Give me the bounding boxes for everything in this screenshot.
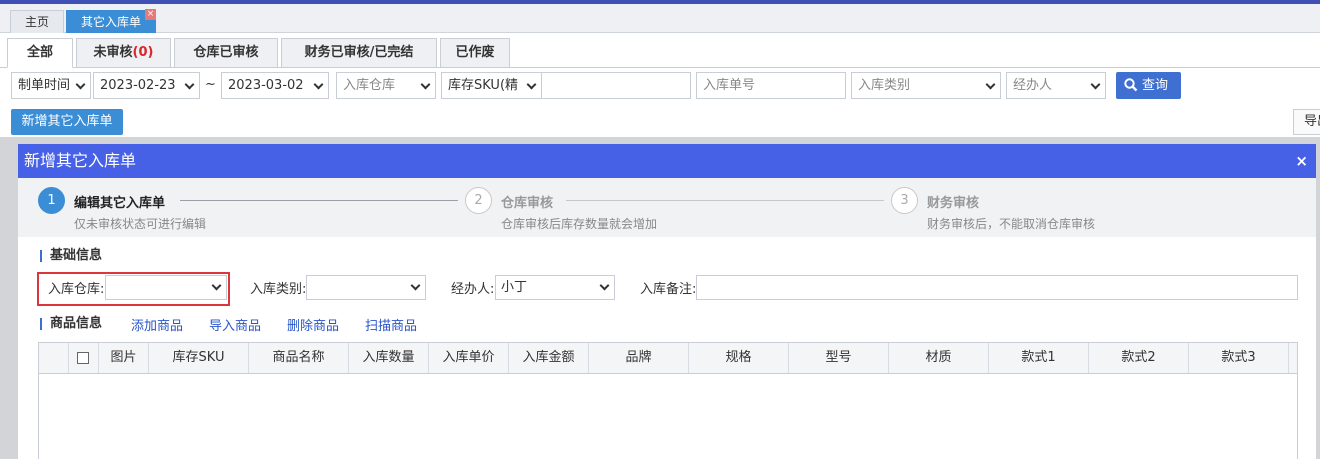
goods-table: 图片 库存SKU 商品名称 入库数量 入库单价 入库金额 品牌 规格 型号 材质…	[38, 342, 1298, 459]
remark-input[interactable]	[696, 275, 1298, 300]
step-2-desc: 仓库审核后库存数量就会增加	[501, 217, 658, 231]
step-1-circle: 1	[38, 187, 65, 214]
dialog-title: 新增其它入库单	[24, 151, 137, 170]
table-header-cell	[39, 343, 69, 373]
category-filter-select[interactable]: 入库类别	[851, 72, 1001, 99]
tab-unreviewed-count: (0)	[132, 45, 154, 60]
chevron-down-icon	[1090, 79, 1101, 90]
delete-goods-link[interactable]: 删除商品	[287, 315, 339, 334]
close-icon[interactable]: ×	[145, 9, 156, 20]
col-sku: 库存SKU	[149, 343, 249, 373]
sku-type-value: 库存SKU(精	[448, 78, 519, 93]
warehouse-filter-placeholder: 入库仓库	[343, 78, 396, 93]
remark-label: 入库备注:	[640, 282, 697, 297]
tab-unreviewed-label: 未审核	[93, 45, 133, 60]
col-quantity: 入库数量	[349, 343, 429, 373]
import-goods-link[interactable]: 导入商品	[209, 315, 261, 334]
chevron-down-icon	[410, 280, 421, 291]
col-brand: 品牌	[589, 343, 689, 373]
category-label: 入库类别:	[250, 282, 307, 297]
col-spec: 规格	[689, 343, 789, 373]
tab-all[interactable]: 全部	[7, 38, 73, 68]
step-3-circle: 3	[891, 187, 918, 214]
chevron-down-icon	[985, 79, 996, 90]
search-icon	[1124, 78, 1138, 92]
warehouse-filter-select[interactable]: 入库仓库	[336, 72, 436, 99]
order-no-input[interactable]: 入库单号	[696, 72, 846, 99]
handler-filter-placeholder: 经办人	[1013, 78, 1053, 93]
page-tab-home[interactable]: 主页	[10, 10, 64, 33]
scan-goods-link[interactable]: 扫描商品	[365, 315, 417, 334]
handler-select-value: 小丁	[501, 280, 528, 295]
col-style1: 款式1	[989, 343, 1089, 373]
add-goods-link[interactable]: 添加商品	[131, 315, 183, 334]
step-2-title: 仓库审核	[501, 196, 554, 211]
col-style2: 款式2	[1089, 343, 1189, 373]
col-style3: 款式3	[1189, 343, 1289, 373]
tab-unreviewed[interactable]: 未审核(0)	[76, 38, 171, 68]
step-3-title: 财务审核	[927, 196, 980, 211]
date-to-value: 2023-03-02	[228, 78, 304, 93]
basic-info-title: 基础信息	[40, 249, 102, 262]
col-image: 图片	[99, 343, 149, 373]
new-inbound-dialog: 新增其它入库单 × 1 编辑其它入库单 仅未审核状态可进行编辑 2 仓库审核 仓…	[18, 144, 1316, 459]
tab-finance-reviewed[interactable]: 财务已审核/已完结	[281, 38, 437, 68]
goods-table-header: 图片 库存SKU 商品名称 入库数量 入库单价 入库金额 品牌 规格 型号 材质…	[39, 343, 1297, 374]
highlight-box	[37, 272, 230, 306]
progress-steps: 1 编辑其它入库单 仅未审核状态可进行编辑 2 仓库审核 仓库审核后库存数量就会…	[18, 178, 1316, 237]
query-button-label: 查询	[1142, 78, 1169, 93]
category-filter-placeholder: 入库类别	[858, 78, 911, 93]
select-all-checkbox[interactable]	[77, 352, 89, 364]
col-unit-price: 入库单价	[429, 343, 509, 373]
col-amount: 入库金额	[509, 343, 589, 373]
col-material: 材质	[889, 343, 989, 373]
step-connector	[566, 200, 884, 201]
page-tab-label: 其它入库单	[80, 15, 141, 29]
date-from-value: 2023-02-23	[100, 78, 176, 93]
sku-search-input[interactable]	[541, 72, 691, 99]
step-1-title: 编辑其它入库单	[74, 196, 166, 211]
chevron-down-icon	[313, 79, 324, 90]
page-tab-strip: 主页 其它入库单 ×	[0, 4, 1320, 33]
handler-select[interactable]: 小丁	[495, 275, 615, 300]
query-button[interactable]: 查询	[1116, 72, 1181, 99]
dialog-header: 新增其它入库单 ×	[18, 144, 1316, 178]
close-icon[interactable]: ×	[1295, 144, 1308, 178]
new-inbound-button[interactable]: 新增其它入库单	[11, 109, 123, 135]
chevron-down-icon	[420, 79, 431, 90]
date-from-select[interactable]: 2023-02-23	[93, 72, 200, 99]
col-name: 商品名称	[249, 343, 349, 373]
date-type-value: 制单时间	[18, 78, 71, 93]
step-2-circle: 2	[465, 187, 492, 214]
handler-filter-select[interactable]: 经办人	[1006, 72, 1106, 99]
page-tab-other-inbound[interactable]: 其它入库单 ×	[66, 9, 156, 33]
date-range-separator: ~	[205, 77, 216, 92]
step-connector	[180, 200, 458, 201]
table-header-cell	[69, 343, 99, 373]
handler-label: 经办人:	[451, 282, 495, 297]
sku-type-select[interactable]: 库存SKU(精	[441, 72, 542, 99]
col-model: 型号	[789, 343, 889, 373]
export-button[interactable]: 导出	[1293, 109, 1320, 135]
order-no-placeholder: 入库单号	[703, 78, 756, 93]
category-select[interactable]	[306, 275, 426, 300]
date-to-select[interactable]: 2023-03-02	[221, 72, 329, 99]
chevron-down-icon	[526, 79, 537, 90]
date-type-select[interactable]: 制单时间	[11, 72, 91, 99]
step-1-desc: 仅未审核状态可进行编辑	[74, 217, 207, 231]
goods-info-title: 商品信息	[40, 317, 102, 330]
status-tabs: 全部 未审核(0) 仓库已审核 财务已审核/已完结 已作废	[0, 36, 1320, 68]
chevron-down-icon	[75, 79, 86, 90]
chevron-down-icon	[184, 79, 195, 90]
tab-warehouse-reviewed[interactable]: 仓库已审核	[174, 38, 278, 68]
step-3-desc: 财务审核后，不能取消仓库审核	[927, 217, 1096, 231]
chevron-down-icon	[599, 280, 610, 291]
tab-voided[interactable]: 已作废	[440, 38, 510, 68]
